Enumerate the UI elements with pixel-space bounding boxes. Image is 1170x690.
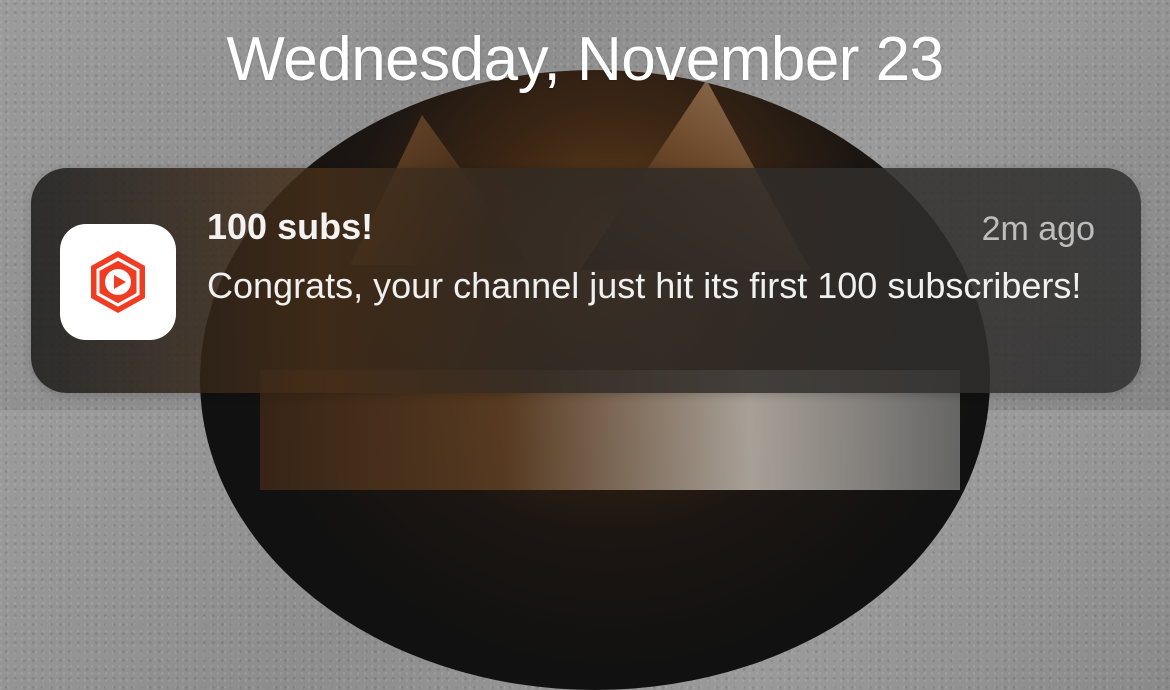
notification-title: 100 subs!	[207, 206, 374, 247]
notification-message: Congrats, your channel just hit its firs…	[207, 265, 1082, 306]
youtube-studio-icon	[60, 224, 176, 340]
lockscreen-date: Wednesday, November 23	[226, 25, 944, 94]
notification-time: 2m ago	[981, 210, 1095, 248]
notification-card[interactable]: 100 subs! 2m ago Congrats, your channel …	[31, 168, 1141, 393]
